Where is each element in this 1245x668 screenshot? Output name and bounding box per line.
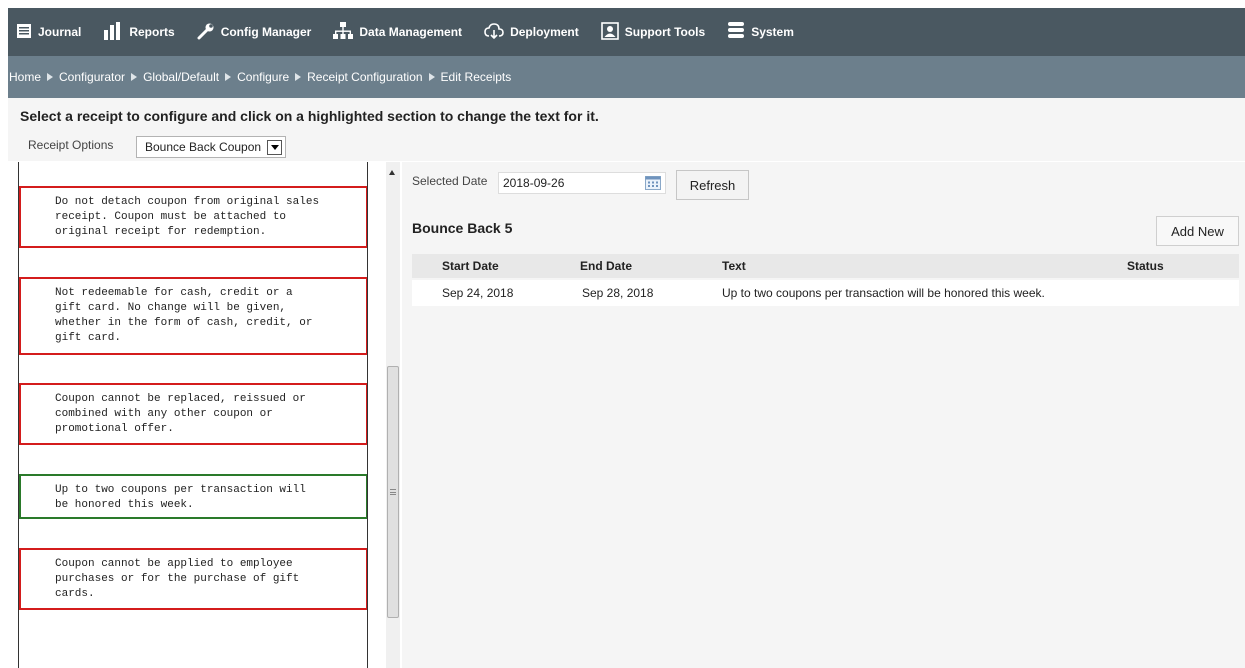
receipt-section-text: Not redeemable for cash, credit or a gif… — [55, 287, 313, 344]
support-person-icon — [600, 21, 619, 43]
nav-reports-label: Reports — [129, 25, 175, 39]
panel-title: Bounce Back 5 — [412, 220, 513, 236]
database-icon — [727, 21, 745, 44]
table-header: Start Date End Date Text Status — [412, 254, 1239, 278]
breadcrumb-separator-icon — [47, 73, 54, 81]
breadcrumb-configurator[interactable]: Configurator — [59, 70, 125, 84]
nav-support-tools[interactable]: Support Tools — [600, 21, 706, 43]
coupon-text-panel: Selected Date 2018-09-26 Refresh Bounce … — [402, 162, 1245, 668]
dropdown-arrow-icon[interactable] — [267, 139, 283, 155]
selected-date-label: Selected Date — [412, 174, 488, 188]
nav-data-management[interactable]: Data Management — [333, 21, 463, 43]
column-header-status[interactable]: Status — [1127, 254, 1164, 278]
nav-deployment[interactable]: Deployment — [484, 22, 579, 43]
receipt-section-3[interactable]: Coupon cannot be replaced, reissued or c… — [19, 383, 367, 445]
top-nav: Journal Reports Config Manager Data Mana… — [8, 8, 1245, 56]
breadcrumb-global-default[interactable]: Global/Default — [143, 70, 219, 84]
wrench-icon — [197, 22, 215, 43]
add-new-button[interactable]: Add New — [1156, 216, 1239, 246]
nav-config-manager-label: Config Manager — [220, 25, 312, 39]
scroll-thumb[interactable] — [387, 366, 399, 618]
receipt-options-select[interactable]: Bounce Back Coupon — [136, 136, 287, 158]
breadcrumb-home[interactable]: Home — [9, 70, 41, 84]
bar-chart-icon — [103, 21, 123, 43]
hierarchy-icon — [333, 21, 354, 43]
breadcrumb-separator-icon — [131, 73, 138, 81]
receipt-preview-panel: Do not detach coupon from original sales… — [18, 162, 368, 668]
calendar-icon[interactable] — [645, 176, 661, 190]
scroll-up-arrow-icon[interactable] — [389, 170, 395, 175]
nav-system-label: System — [751, 25, 794, 39]
cloud-download-icon — [484, 22, 504, 43]
receipt-section-text: Up to two coupons per transaction will b… — [55, 484, 306, 511]
nav-config-manager[interactable]: Config Manager — [197, 22, 312, 43]
breadcrumb-separator-icon — [295, 73, 302, 81]
cell-text: Up to two coupons per transaction will b… — [722, 286, 1045, 300]
selected-date-value: 2018-09-26 — [503, 176, 565, 190]
receipt-options-value: Bounce Back Coupon — [145, 140, 262, 154]
receipt-options-label: Receipt Options — [28, 138, 114, 152]
instructions-text: Select a receipt to configure and click … — [20, 108, 599, 124]
cell-end-date: Sep 28, 2018 — [582, 286, 654, 300]
refresh-button[interactable]: Refresh — [676, 170, 749, 200]
nav-reports[interactable]: Reports — [103, 21, 175, 43]
receipt-section-text: Coupon cannot be applied to employee pur… — [55, 558, 300, 600]
grip-icon — [390, 489, 396, 495]
selected-date-field[interactable]: 2018-09-26 — [498, 172, 666, 194]
vertical-scrollbar[interactable] — [386, 162, 400, 668]
nav-journal[interactable]: Journal — [16, 23, 81, 42]
breadcrumb-separator-icon — [225, 73, 232, 81]
nav-system[interactable]: System — [727, 21, 794, 44]
column-header-start-date[interactable]: Start Date — [442, 254, 499, 278]
breadcrumb-separator-icon — [428, 73, 435, 81]
breadcrumb: Home Configurator Global/Default Configu… — [8, 56, 1245, 98]
receipt-section-text: Coupon cannot be replaced, reissued or c… — [55, 393, 306, 435]
nav-data-management-label: Data Management — [359, 25, 463, 39]
cell-start-date: Sep 24, 2018 — [442, 286, 514, 300]
column-header-text[interactable]: Text — [722, 254, 746, 278]
receipt-section-1[interactable]: Do not detach coupon from original sales… — [19, 186, 367, 248]
nav-support-tools-label: Support Tools — [624, 25, 706, 39]
receipt-section-text: Do not detach coupon from original sales… — [55, 196, 320, 238]
breadcrumb-receipt-configuration[interactable]: Receipt Configuration — [307, 70, 422, 84]
nav-deployment-label: Deployment — [510, 25, 579, 39]
table-row[interactable]: Sep 24, 2018 Sep 28, 2018 Up to two coup… — [412, 280, 1239, 306]
receipt-section-4[interactable]: Up to two coupons per transaction will b… — [19, 474, 367, 519]
column-header-end-date[interactable]: End Date — [580, 254, 632, 278]
receipt-section-2[interactable]: Not redeemable for cash, credit or a gif… — [19, 277, 367, 355]
journal-icon — [16, 23, 32, 42]
instructions-area: Select a receipt to configure and click … — [8, 98, 1245, 161]
receipt-section-5[interactable]: Coupon cannot be applied to employee pur… — [19, 548, 367, 610]
nav-journal-label: Journal — [38, 25, 82, 39]
breadcrumb-configure[interactable]: Configure — [237, 70, 289, 84]
breadcrumb-edit-receipts: Edit Receipts — [440, 70, 512, 84]
